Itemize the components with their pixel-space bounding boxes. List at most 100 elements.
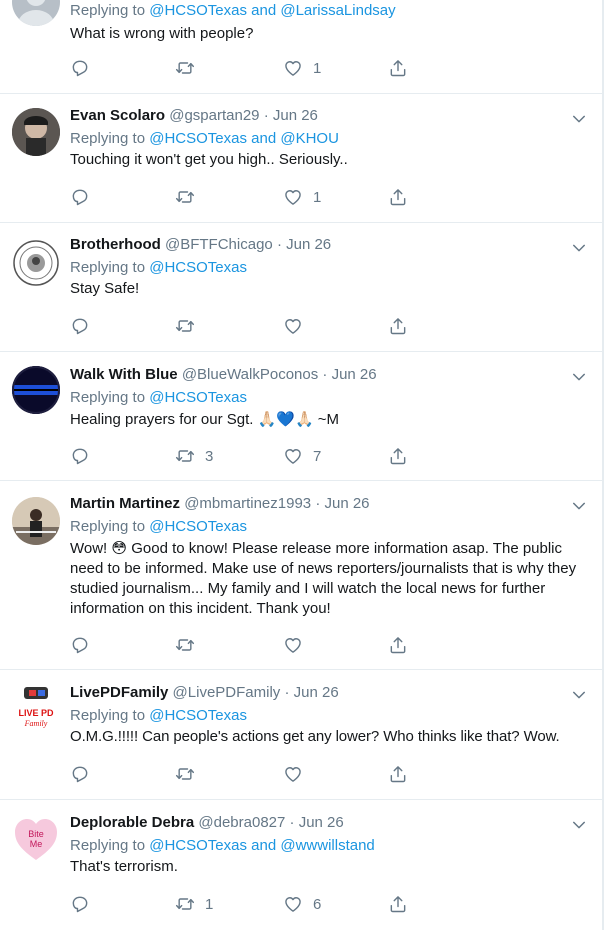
share-button[interactable] <box>388 185 408 209</box>
reply-icon <box>70 446 90 466</box>
retweet-icon <box>175 187 195 207</box>
mention-link[interactable]: @HCSOTexas <box>149 259 247 276</box>
share-button[interactable] <box>388 633 408 657</box>
share-button[interactable] <box>388 444 408 468</box>
avatar[interactable]: LIVE PD Family <box>12 684 60 732</box>
avatar[interactable] <box>12 0 60 26</box>
display-name[interactable]: LivePDFamily <box>70 684 168 701</box>
replying-to: Replying to @HCSOTexas and @LarissaLinds… <box>70 0 578 22</box>
reply-button[interactable] <box>70 633 90 657</box>
replying-to-label: Replying to <box>70 2 146 19</box>
like-button[interactable]: 6 <box>283 892 321 916</box>
mention-link[interactable]: @KHOU <box>280 130 339 147</box>
replying-to: Replying to @HCSOTexas and @wwwillstand <box>70 835 578 857</box>
mention-link[interactable]: @HCSOTexas <box>149 518 247 535</box>
tweet-date[interactable]: Jun 26 <box>332 366 377 383</box>
tweet-item[interactable]: Walk With Blue @BlueWalkPoconos · Jun 26… <box>0 352 602 481</box>
caret-down-icon[interactable] <box>570 686 588 704</box>
share-button[interactable] <box>388 892 408 916</box>
retweet-button[interactable]: 3 <box>175 444 213 468</box>
retweet-button[interactable] <box>175 314 195 338</box>
separator-dot: · <box>284 684 290 701</box>
caret-down-icon[interactable] <box>570 497 588 515</box>
retweet-button[interactable] <box>175 633 195 657</box>
display-name[interactable]: Deplorable Debra <box>70 814 194 831</box>
mention-link[interactable]: @HCSOTexas <box>149 837 247 854</box>
retweet-button[interactable] <box>175 185 195 209</box>
reply-button[interactable] <box>70 314 90 338</box>
tweet-header: Martin Martinez @mbmartinez1993 · Jun 26 <box>70 494 578 516</box>
tweet-date[interactable]: Jun 26 <box>299 814 344 831</box>
replying-to: Replying to @HCSOTexas and @KHOU <box>70 128 578 150</box>
replying-to: Replying to @HCSOTexas <box>70 705 578 727</box>
like-button[interactable]: 7 <box>283 444 321 468</box>
caret-down-icon[interactable] <box>570 239 588 257</box>
mention-link[interactable]: @HCSOTexas <box>149 707 247 724</box>
replying-to-label: Replying to <box>70 389 146 406</box>
reply-button[interactable] <box>70 185 90 209</box>
display-name[interactable]: Brotherhood <box>70 236 161 253</box>
like-button[interactable] <box>283 633 303 657</box>
tweet-text: Touching it won't get you high.. Serious… <box>70 151 348 168</box>
share-button[interactable] <box>388 314 408 338</box>
like-button[interactable]: 1 <box>283 185 321 209</box>
avatar[interactable]: Bite Me <box>12 814 60 862</box>
caret-down-icon[interactable] <box>570 368 588 386</box>
tweet-date[interactable]: Jun 26 <box>273 107 318 124</box>
avatar-logo-text: Family <box>24 719 48 728</box>
share-button[interactable] <box>388 762 408 786</box>
user-handle[interactable]: @debra0827 <box>198 814 285 831</box>
avatar[interactable] <box>12 366 60 414</box>
mention-link[interactable]: @HCSOTexas <box>149 2 247 19</box>
separator-dot: · <box>263 107 269 124</box>
tweet-date[interactable]: Jun 26 <box>286 236 331 253</box>
tweet-date[interactable]: Jun 26 <box>324 495 369 512</box>
display-name[interactable]: Evan Scolaro <box>70 107 165 124</box>
retweet-button[interactable] <box>175 762 195 786</box>
reply-button[interactable] <box>70 444 90 468</box>
user-handle[interactable]: @mbmartinez1993 <box>184 495 311 512</box>
mention-link[interactable]: @wwwillstand <box>280 837 374 854</box>
tweet-header: Brotherhood @BFTFChicago · Jun 26 <box>70 235 578 257</box>
share-button[interactable] <box>388 56 408 80</box>
user-handle[interactable]: @BlueWalkPoconos <box>182 366 318 383</box>
display-name[interactable]: Martin Martinez <box>70 495 180 512</box>
display-name[interactable]: Walk With Blue <box>70 366 178 383</box>
tweet-item[interactable]: Replying to @HCSOTexas and @LarissaLinds… <box>0 0 602 94</box>
replying-to: Replying to @HCSOTexas <box>70 516 578 538</box>
and-link[interactable]: and <box>251 2 276 19</box>
retweet-button[interactable] <box>175 56 195 80</box>
tweet-header: Deplorable Debra @debra0827 · Jun 26 <box>70 813 578 835</box>
caret-down-icon[interactable] <box>570 816 588 834</box>
and-link[interactable]: and <box>251 130 276 147</box>
and-link[interactable]: and <box>251 837 276 854</box>
share-icon <box>388 316 408 336</box>
avatar[interactable] <box>12 239 60 287</box>
tweet-item[interactable]: Martin Martinez @mbmartinez1993 · Jun 26… <box>0 481 602 670</box>
tweet-item[interactable]: Brotherhood @BFTFChicago · Jun 26 Replyi… <box>0 223 602 352</box>
tweet-date[interactable]: Jun 26 <box>294 684 339 701</box>
caret-down-icon[interactable] <box>570 110 588 128</box>
reply-button[interactable] <box>70 762 90 786</box>
avatar-logo-text: Me <box>30 839 43 849</box>
mention-link[interactable]: @HCSOTexas <box>149 389 247 406</box>
replying-to: Replying to @HCSOTexas <box>70 257 578 279</box>
like-button[interactable] <box>283 762 303 786</box>
user-handle[interactable]: @gspartan29 <box>169 107 259 124</box>
reply-button[interactable] <box>70 56 90 80</box>
mention-link[interactable]: @HCSOTexas <box>149 130 247 147</box>
avatar[interactable] <box>12 497 60 545</box>
tweet-item[interactable]: Bite Me Deplorable Debra @debra0827 · Ju… <box>0 800 602 930</box>
retweet-button[interactable]: 1 <box>175 892 213 916</box>
avatar[interactable] <box>12 108 60 156</box>
replying-to-label: Replying to <box>70 707 146 724</box>
like-icon <box>283 58 303 78</box>
mention-link[interactable]: @LarissaLindsay <box>280 2 395 19</box>
user-handle[interactable]: @LivePDFamily <box>173 684 281 701</box>
tweet-item[interactable]: Evan Scolaro @gspartan29 · Jun 26 Replyi… <box>0 94 602 223</box>
tweet-item[interactable]: LIVE PD Family LivePDFamily @LivePDFamil… <box>0 670 602 800</box>
user-handle[interactable]: @BFTFChicago <box>165 236 273 253</box>
like-button[interactable] <box>283 314 303 338</box>
reply-button[interactable] <box>70 892 90 916</box>
like-button[interactable]: 1 <box>283 56 321 80</box>
